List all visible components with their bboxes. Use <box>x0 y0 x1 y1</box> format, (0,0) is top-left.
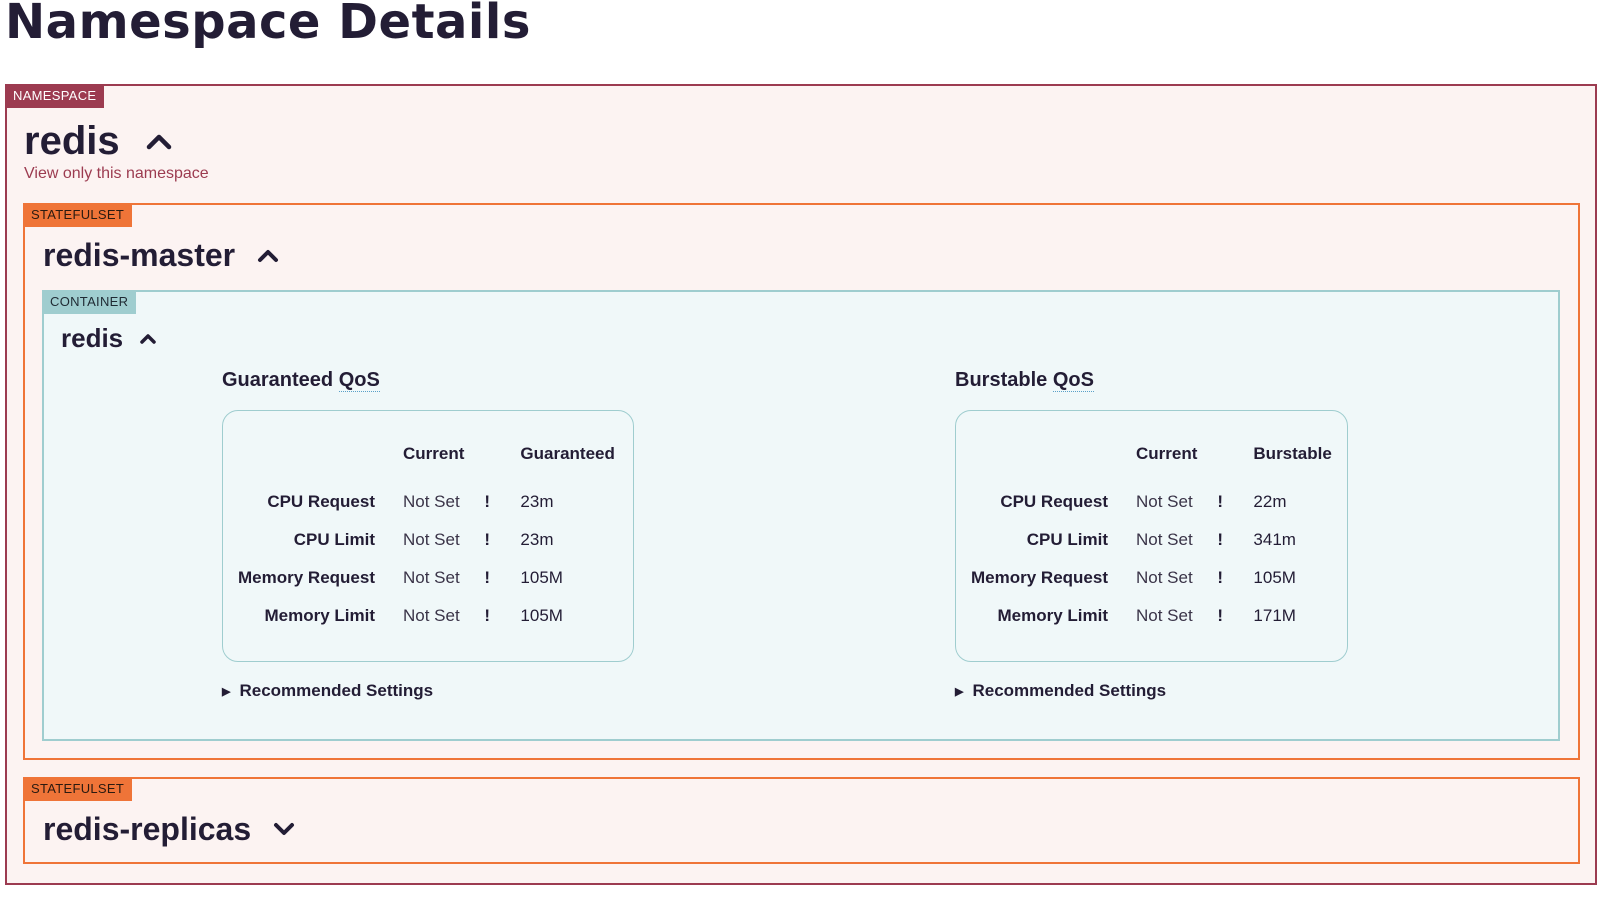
statefulset-header: redis-replicas <box>43 807 295 851</box>
row-label: CPU Limit <box>1026 530 1108 549</box>
exclamation-icon: ! <box>484 530 491 549</box>
qos-title-prefix: Guaranteed <box>222 369 339 391</box>
page-title: Namespace Details <box>5 0 531 50</box>
recommended-value: 23m <box>520 492 554 511</box>
triangle-right-icon: ▶ <box>222 685 231 698</box>
qos-title-guaranteed: Guaranteed QoS <box>222 369 380 392</box>
recommended-value: 22m <box>1253 492 1287 511</box>
chevron-up-icon[interactable] <box>257 247 279 263</box>
row-label: Memory Limit <box>997 606 1108 625</box>
recommended-value: 105M <box>1253 568 1296 587</box>
table-row: Memory Limit Not Set ! 105M <box>223 597 629 635</box>
current-value: Not Set <box>1136 492 1193 511</box>
qos-abbr: QoS <box>338 369 380 392</box>
qos-card-guaranteed: Current Guaranteed CPU Request Not Set !… <box>222 410 634 662</box>
current-value: Not Set <box>1136 568 1193 587</box>
namespace-header: redis <box>24 116 172 166</box>
qos-table: Current Burstable CPU Request Not Set ! … <box>956 439 1346 635</box>
statefulset-badge: STATEFULSET <box>23 777 133 801</box>
statefulset-name: redis-master <box>43 236 236 273</box>
triangle-right-icon: ▶ <box>955 685 964 698</box>
column-header: Burstable <box>1253 444 1332 463</box>
row-label: CPU Request <box>1000 492 1108 511</box>
exclamation-icon: ! <box>484 568 491 587</box>
table-row: CPU Limit Not Set ! 341m <box>956 521 1346 559</box>
statefulset-header: redis-master <box>43 233 279 277</box>
column-header: Current <box>1136 444 1198 463</box>
container-badge: CONTAINER <box>42 290 137 314</box>
column-header: Current <box>403 444 465 463</box>
current-value: Not Set <box>1136 606 1193 625</box>
table-row: CPU Limit Not Set ! 23m <box>223 521 629 559</box>
row-label: Memory Limit <box>264 606 375 625</box>
exclamation-icon: ! <box>1217 530 1224 549</box>
container-panel: CONTAINER redis Guaranteed QoS Current G… <box>42 290 1560 741</box>
recommended-settings-toggle[interactable]: ▶ Recommended Settings <box>222 681 433 701</box>
recommended-settings-toggle[interactable]: ▶ Recommended Settings <box>955 681 1166 701</box>
view-only-namespace-link[interactable]: View only this namespace <box>24 165 209 183</box>
chevron-down-icon[interactable] <box>273 821 295 837</box>
row-label: Memory Request <box>238 568 375 587</box>
exclamation-icon: ! <box>1217 492 1224 511</box>
recommended-value: 105M <box>520 568 563 587</box>
container-header: redis <box>61 320 157 356</box>
table-row: CPU Request Not Set ! 23m <box>223 483 629 521</box>
qos-table: Current Guaranteed CPU Request Not Set !… <box>223 439 629 635</box>
qos-card-burstable: Current Burstable CPU Request Not Set ! … <box>955 410 1348 662</box>
exclamation-icon: ! <box>484 492 491 511</box>
current-value: Not Set <box>403 492 460 511</box>
qos-title-prefix: Burstable <box>955 369 1053 391</box>
statefulset-name: redis-replicas <box>43 810 252 847</box>
current-value: Not Set <box>403 530 460 549</box>
row-label: CPU Request <box>267 492 375 511</box>
container-name: redis <box>61 322 124 353</box>
exclamation-icon: ! <box>1217 606 1224 625</box>
statefulset-panel: STATEFULSET redis-replicas <box>23 777 1580 864</box>
table-row: CPU Request Not Set ! 22m <box>956 483 1346 521</box>
chevron-up-icon[interactable] <box>146 132 172 150</box>
chevron-up-icon[interactable] <box>139 331 157 345</box>
current-value: Not Set <box>403 568 460 587</box>
row-label: CPU Limit <box>293 530 375 549</box>
recommended-value: 341m <box>1253 530 1296 549</box>
table-row: Memory Request Not Set ! 105M <box>223 559 629 597</box>
row-label: Memory Request <box>971 568 1108 587</box>
exclamation-icon: ! <box>1217 568 1224 587</box>
namespace-name: redis <box>24 118 120 163</box>
qos-title-burstable: Burstable QoS <box>955 369 1094 392</box>
exclamation-icon: ! <box>484 606 491 625</box>
recommended-value: 23m <box>520 530 554 549</box>
namespace-badge: NAMESPACE <box>5 84 105 108</box>
table-row: Memory Limit Not Set ! 171M <box>956 597 1346 635</box>
recommended-value: 171M <box>1253 606 1296 625</box>
statefulset-badge: STATEFULSET <box>23 203 133 227</box>
current-value: Not Set <box>1136 530 1193 549</box>
table-row: Memory Request Not Set ! 105M <box>956 559 1346 597</box>
column-header: Guaranteed <box>520 444 615 463</box>
recommended-settings-label: Recommended Settings <box>239 681 434 700</box>
qos-abbr: QoS <box>1052 369 1094 392</box>
recommended-settings-label: Recommended Settings <box>972 681 1167 700</box>
recommended-value: 105M <box>520 606 563 625</box>
current-value: Not Set <box>403 606 460 625</box>
